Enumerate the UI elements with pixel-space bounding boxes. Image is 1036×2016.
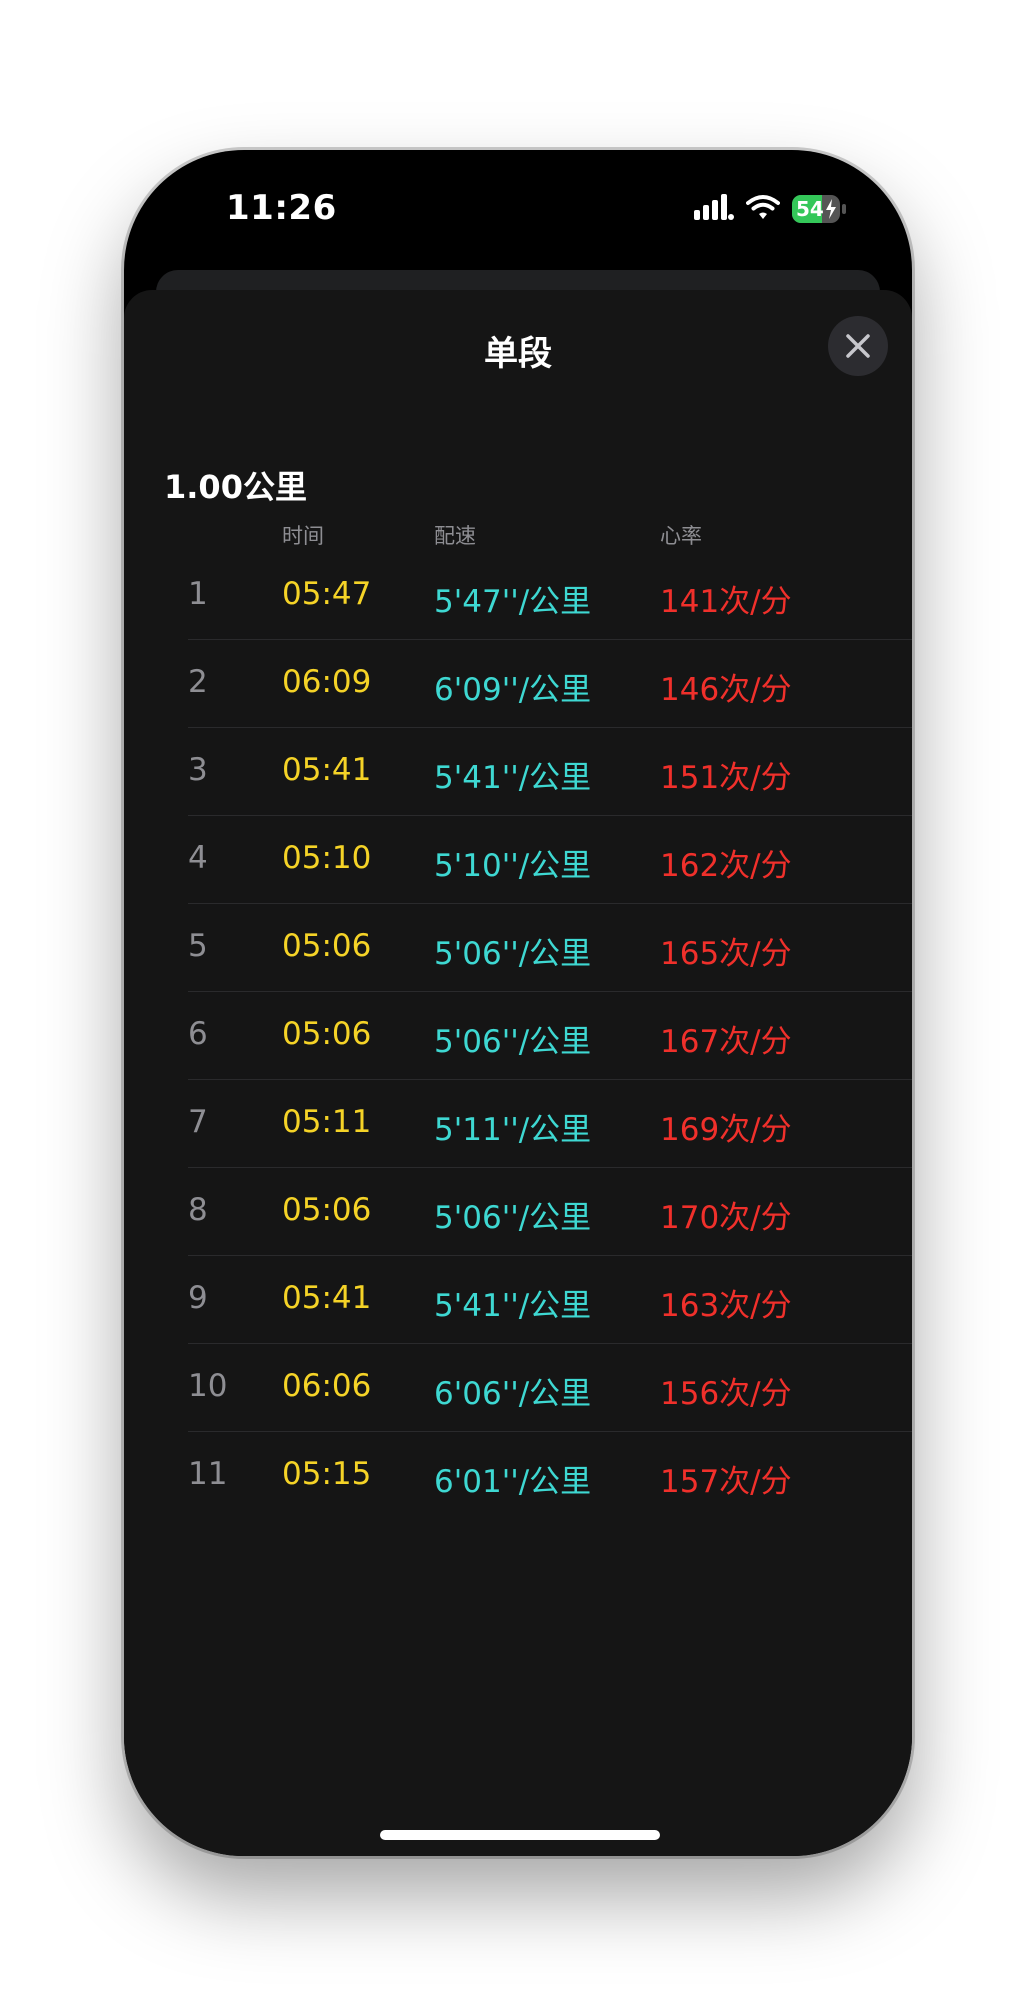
home-indicator[interactable] — [380, 1830, 660, 1840]
split-heart-rate: 163次/分 — [660, 1288, 792, 1324]
split-pace: 5'41''/公里 — [434, 1288, 592, 1324]
column-header-heart-rate: 心率 — [660, 524, 702, 548]
split-row: 10 06:06 6'06''/公里 156次/分 — [124, 1344, 912, 1432]
split-time: 05:47 — [282, 576, 372, 612]
column-headers: 时间 配速 心率 — [124, 520, 912, 550]
split-pace: 5'10''/公里 — [434, 848, 592, 884]
split-index: 9 — [188, 1280, 208, 1316]
status-icons: 54 — [694, 194, 846, 224]
split-row: 4 05:10 5'10''/公里 162次/分 — [124, 816, 912, 904]
split-time: 06:09 — [282, 664, 372, 700]
close-icon — [846, 334, 870, 358]
split-pace: 6'09''/公里 — [434, 672, 592, 708]
split-time: 05:06 — [282, 1016, 372, 1052]
split-heart-rate: 151次/分 — [660, 760, 792, 796]
split-heart-rate: 170次/分 — [660, 1200, 792, 1236]
split-heart-rate: 169次/分 — [660, 1112, 792, 1148]
split-time: 05:11 — [282, 1104, 372, 1140]
split-pace: 5'47''/公里 — [434, 584, 592, 620]
phone-frame: 11:26 54 单段 1.00公里 时间 配速 心率 1 05:47 5'47… — [124, 150, 912, 1856]
split-pace: 5'41''/公里 — [434, 760, 592, 796]
split-pace: 5'06''/公里 — [434, 1200, 592, 1236]
split-index: 10 — [188, 1368, 228, 1404]
split-pace: 6'06''/公里 — [434, 1376, 592, 1412]
split-pace: 5'06''/公里 — [434, 936, 592, 972]
split-time: 06:06 — [282, 1368, 372, 1404]
status-time: 11:26 — [226, 188, 337, 228]
split-row: 5 05:06 5'06''/公里 165次/分 — [124, 904, 912, 992]
split-heart-rate: 162次/分 — [660, 848, 792, 884]
split-row: 9 05:41 5'41''/公里 163次/分 — [124, 1256, 912, 1344]
split-time: 05:06 — [282, 1192, 372, 1228]
split-time: 05:41 — [282, 1280, 372, 1316]
split-index: 7 — [188, 1104, 208, 1140]
split-row: 11 05:15 6'01''/公里 157次/分 — [124, 1432, 912, 1520]
split-pace: 6'01''/公里 — [434, 1464, 592, 1500]
sheet-title: 单段 — [484, 334, 552, 374]
split-time: 05:06 — [282, 928, 372, 964]
splits-sheet: 单段 1.00公里 时间 配速 心率 1 05:47 5'47''/公里 141次/分… — [124, 290, 912, 1856]
split-heart-rate: 167次/分 — [660, 1024, 792, 1060]
split-row: 8 05:06 5'06''/公里 170次/分 — [124, 1168, 912, 1256]
split-row: 1 05:47 5'47''/公里 141次/分 — [124, 552, 912, 640]
split-heart-rate: 156次/分 — [660, 1376, 792, 1412]
column-header-pace: 配速 — [434, 524, 476, 548]
close-button[interactable] — [828, 316, 888, 376]
split-row: 6 05:06 5'06''/公里 167次/分 — [124, 992, 912, 1080]
split-pace: 5'06''/公里 — [434, 1024, 592, 1060]
split-index: 4 — [188, 840, 208, 876]
battery-level: 54 — [796, 197, 824, 221]
split-heart-rate: 157次/分 — [660, 1464, 792, 1500]
split-index: 2 — [188, 664, 208, 700]
split-time: 05:10 — [282, 840, 372, 876]
section-label: 1.00公里 — [164, 468, 307, 506]
split-index: 6 — [188, 1016, 208, 1052]
split-row: 3 05:41 5'41''/公里 151次/分 — [124, 728, 912, 816]
battery-charging-icon: 54 — [792, 195, 846, 223]
split-index: 11 — [188, 1456, 228, 1492]
split-index: 3 — [188, 752, 208, 788]
status-bar: 11:26 54 — [124, 150, 912, 270]
split-row: 7 05:11 5'11''/公里 169次/分 — [124, 1080, 912, 1168]
split-heart-rate: 141次/分 — [660, 584, 792, 620]
splits-list: 1 05:47 5'47''/公里 141次/分 2 06:09 6'09''/公里 146次… — [124, 552, 912, 1520]
wifi-icon — [746, 194, 780, 224]
column-header-time: 时间 — [282, 524, 324, 548]
split-heart-rate: 146次/分 — [660, 672, 792, 708]
split-row: 2 06:09 6'09''/公里 146次/分 — [124, 640, 912, 728]
split-time: 05:41 — [282, 752, 372, 788]
split-pace: 5'11''/公里 — [434, 1112, 592, 1148]
split-heart-rate: 165次/分 — [660, 936, 792, 972]
split-index: 1 — [188, 576, 208, 612]
split-time: 05:15 — [282, 1456, 372, 1492]
split-index: 5 — [188, 928, 208, 964]
signal-icon — [694, 194, 734, 224]
split-index: 8 — [188, 1192, 208, 1228]
